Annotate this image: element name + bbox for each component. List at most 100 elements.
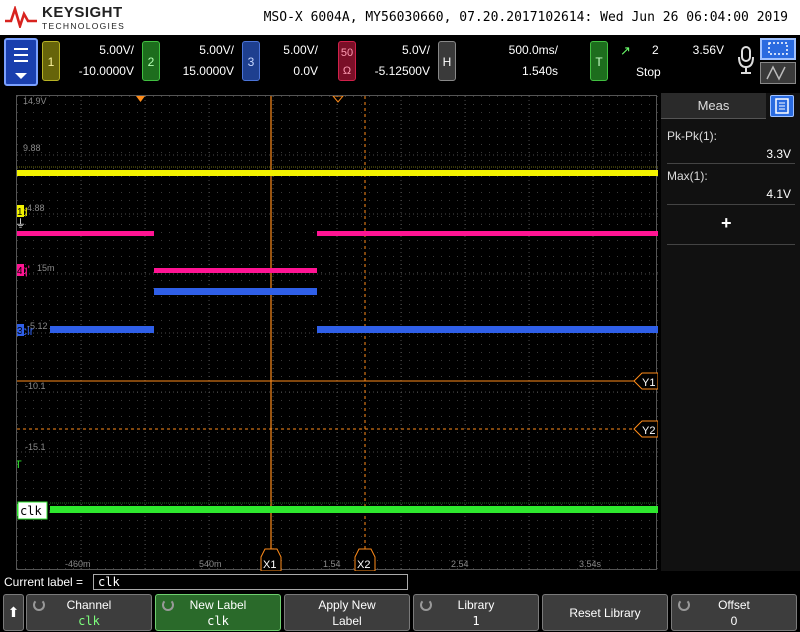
softkey-title: Offset	[718, 598, 750, 612]
zoom-out-icon[interactable]	[760, 62, 796, 84]
meas-item-max[interactable]: Max(1): 4.1V	[667, 169, 791, 201]
knob-icon	[678, 599, 690, 611]
channel-1-trace	[17, 170, 658, 176]
x-label-5: 3.54s	[579, 559, 602, 569]
apply-new-label-softkey[interactable]: Apply New Label	[284, 594, 410, 631]
y-label-3: 4.88	[27, 203, 45, 213]
channel-settings-bar: 1 5.00V/ -10.0000V 2 5.00V/ 15.0000V 3 5…	[0, 35, 800, 90]
channel-1-label: d	[21, 205, 28, 219]
x-label-4: 2.54	[451, 559, 469, 569]
waveform-canvas: 14.9V 9.88 4.88 15m -5.12 -10.1 -15.1 -4…	[17, 96, 658, 571]
x-label-2: 540m	[199, 559, 222, 569]
x1-cursor-label: X1	[263, 559, 276, 571]
x2-cursor-tag: X2	[354, 548, 376, 571]
brand-name: KEYSIGHT	[42, 4, 123, 21]
channel-1-scale: 5.00V/	[99, 43, 134, 57]
knob-icon	[162, 599, 174, 611]
menu-icon	[14, 48, 28, 66]
softkey-value: Label	[332, 614, 362, 628]
meas-item-pkpk[interactable]: Pk-Pk(1): 3.3V	[667, 129, 791, 161]
channel-1-settings[interactable]: 1 5.00V/ -10.0000V	[42, 39, 134, 85]
y-label-1: 14.9V	[23, 96, 47, 106]
keysight-logo: KEYSIGHT TECHNOLOGIES	[4, 2, 124, 32]
meas-value: 3.3V	[766, 147, 791, 161]
channel-4-settings[interactable]: 50 Ω 5.0V/ -5.12500V	[338, 39, 430, 85]
offset-softkey[interactable]: Offset 0	[671, 594, 797, 631]
trigger-source: 2	[652, 43, 659, 57]
knob-icon	[33, 599, 45, 611]
channel-2-offset: 15.0000V	[182, 64, 234, 78]
reset-library-softkey[interactable]: Reset Library	[542, 594, 668, 631]
softkey-title: Channel	[66, 598, 112, 612]
meas-label: Max(1):	[667, 169, 708, 183]
trigger-level: 3.56V	[692, 43, 724, 57]
channel-3-settings[interactable]: 3 5.00V/ 0.0V	[242, 39, 318, 85]
y-label-4: 15m	[37, 263, 55, 273]
meas-value: 4.1V	[766, 187, 791, 201]
knob-icon	[420, 599, 432, 611]
run-status: Stop	[636, 65, 661, 79]
x-label-3: 1.54	[323, 559, 341, 569]
channel-3-offset: 0.0V	[293, 64, 318, 78]
x-label-1: -460m	[65, 559, 91, 569]
chevron-down-icon	[15, 73, 27, 79]
softkey-title: Reset Library	[569, 606, 641, 620]
brand-subtitle: TECHNOLOGIES	[42, 21, 126, 31]
channel-3-scale: 5.00V/	[283, 43, 318, 57]
softkey-title: New Label	[189, 598, 247, 612]
new-label-softkey[interactable]: New Label clk	[155, 594, 281, 631]
channel-2-settings[interactable]: 2 5.00V/ 15.0000V	[142, 39, 234, 85]
instrument-info: MSO-X 6004A, MY56030660, 07.20.201710261…	[263, 10, 788, 25]
softkey-value: 1	[472, 614, 480, 628]
softkey-title: Library	[457, 598, 495, 612]
y2-cursor-label: Y2	[642, 425, 655, 437]
add-measurement-button[interactable]: +	[721, 213, 732, 234]
channel-3-label: clr	[21, 324, 34, 338]
channel-2-tag: 2	[142, 41, 160, 81]
current-label-bar: Current label = clk	[0, 572, 800, 592]
softkey-bar: ⬆ Channel clk New Label clk Apply New La…	[0, 592, 800, 632]
y-label-7: -15.1	[25, 442, 46, 452]
keysight-wave-icon	[5, 6, 37, 28]
softkey-value: 0	[730, 614, 738, 628]
x1-cursor-tag: X1	[260, 548, 282, 571]
channel-2-trace	[50, 506, 658, 513]
panel-menu-icon[interactable]	[770, 95, 794, 117]
library-softkey[interactable]: Library 1	[413, 594, 539, 631]
microphone-icon[interactable]	[736, 43, 756, 79]
softkey-value: clk	[207, 614, 229, 628]
horizontal-tag: H	[438, 41, 456, 81]
current-label-caption: Current label =	[4, 575, 84, 589]
meas-label: Pk-Pk(1):	[667, 129, 718, 143]
channel-softkey[interactable]: Channel clk	[26, 594, 152, 631]
softkey-up-button[interactable]: ⬆	[3, 594, 24, 631]
current-label-field[interactable]: clk	[93, 574, 408, 590]
measurements-panel: Meas Pk-Pk(1): 3.3V Max(1): 4.1V +	[661, 93, 800, 571]
trigger-tag: T	[590, 41, 608, 81]
x2-cursor-label: X2	[357, 559, 370, 571]
channel-4-label: q'	[21, 263, 30, 277]
horizontal-settings[interactable]: H 500.0ms/ 1.540s	[438, 39, 558, 85]
channel-4-offset: -5.12500V	[374, 64, 430, 78]
channel-1-tag: 1	[42, 41, 60, 81]
y-label-6: -10.1	[25, 381, 46, 391]
meas-panel-title[interactable]: Meas	[661, 93, 766, 119]
y1-cursor-label: Y1	[642, 377, 655, 389]
main-menu-button[interactable]	[4, 38, 38, 86]
softkey-value: clk	[78, 614, 100, 628]
trigger-settings[interactable]: T ↗ 2 3.56V Stop	[590, 39, 730, 85]
top-banner: KEYSIGHT TECHNOLOGIES MSO-X 6004A, MY560…	[0, 0, 800, 35]
rising-edge-icon: ↗	[620, 43, 631, 58]
waveform-display[interactable]: 14.9V 9.88 4.88 15m -5.12 -10.1 -15.1 -4…	[16, 95, 658, 571]
horizontal-timebase: 500.0ms/	[508, 43, 558, 57]
channel-2-label: clk	[20, 504, 42, 518]
channel-2-scale: 5.00V/	[199, 43, 234, 57]
trigger-level-marker: T	[17, 459, 22, 471]
zoom-box-icon[interactable]	[760, 38, 796, 60]
channel-3-tag: 3	[242, 41, 260, 81]
softkey-title: Apply New	[318, 598, 376, 612]
channel-1-offset: -10.0000V	[78, 64, 134, 78]
horizontal-delay: 1.540s	[521, 64, 558, 78]
y-label-2: 9.88	[23, 143, 41, 153]
channel-4-scale: 5.0V/	[401, 43, 430, 57]
